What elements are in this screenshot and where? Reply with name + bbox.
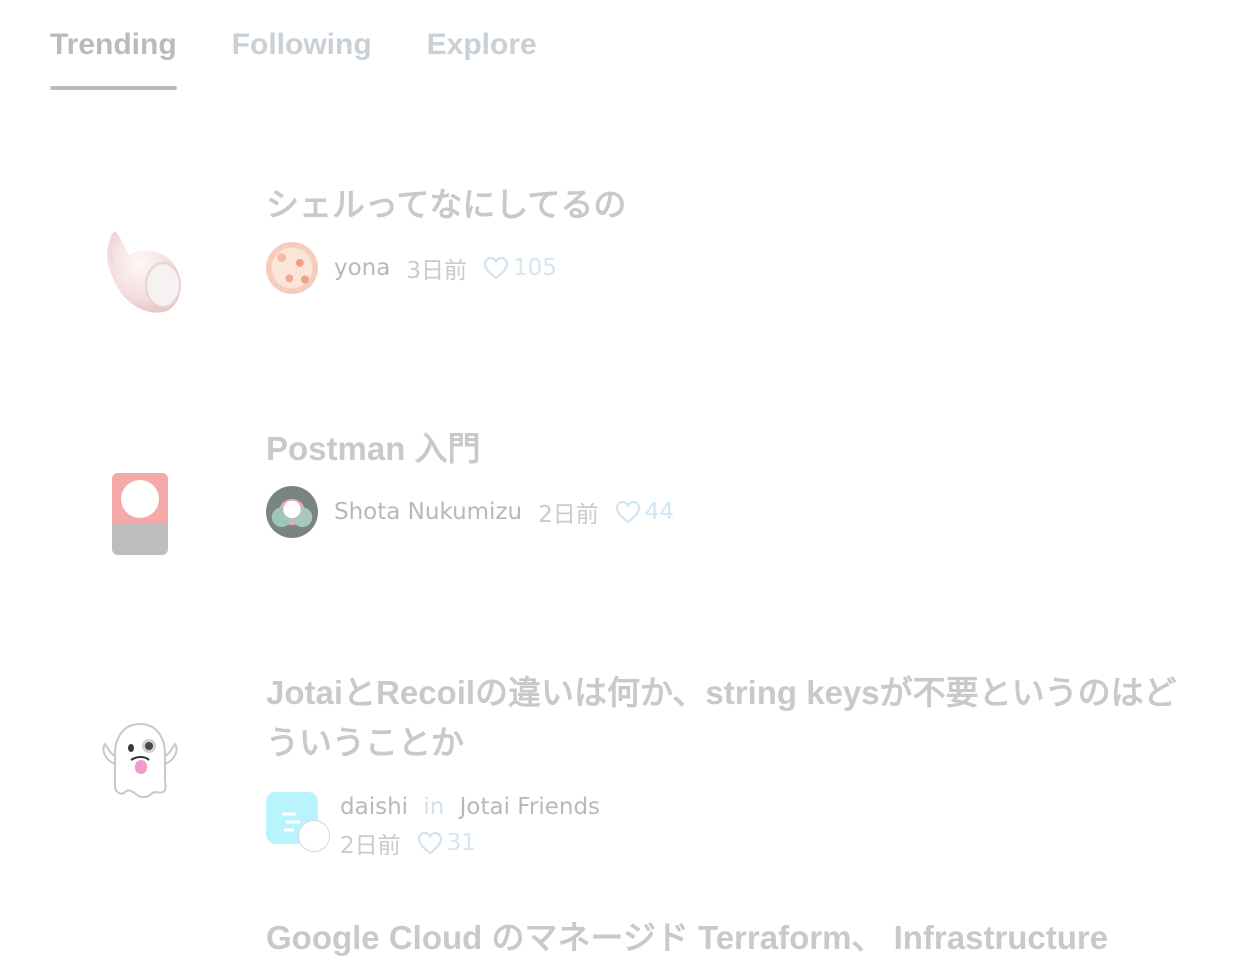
likes-number: 31: [446, 830, 476, 856]
article-title[interactable]: Postman 入門: [266, 424, 1196, 474]
publication-name[interactable]: Jotai Friends: [460, 794, 600, 820]
article-meta: daishi in Jotai Friends 2日前 31: [266, 792, 1196, 860]
article-title[interactable]: Google Cloud のマネージド Terraform、 Infrastru…: [266, 913, 1196, 963]
heart-icon: [615, 500, 640, 524]
feed-tabs: Trending Following Explore: [50, 24, 537, 90]
ghost-emoji-icon: [90, 710, 190, 810]
likes-count: 105: [483, 255, 557, 281]
post-date: 2日前: [538, 502, 599, 528]
author-name[interactable]: daishi: [340, 794, 408, 820]
likes-number: 44: [644, 499, 675, 525]
shell-emoji-icon: [90, 220, 190, 320]
avatar[interactable]: [266, 486, 318, 538]
article-meta: yona 3日前 105: [266, 242, 1196, 294]
post-date: 2日前: [340, 833, 401, 859]
tab-explore[interactable]: Explore: [427, 24, 537, 90]
article-meta: Shota Nukumizu 2日前 44: [266, 486, 1196, 538]
likes-count: 31: [417, 830, 476, 856]
article-title[interactable]: JotaiとRecoilの違いは何か、string keysが不要というのはどう…: [266, 668, 1196, 768]
likes-count: 44: [615, 499, 674, 525]
avatar[interactable]: [298, 820, 330, 852]
author-name[interactable]: Shota Nukumizu: [334, 499, 522, 525]
article-title[interactable]: シェルってなにしてるの: [266, 180, 1196, 230]
in-label: in: [423, 794, 445, 820]
likes-number: 105: [513, 255, 557, 281]
avatar[interactable]: [266, 242, 318, 294]
tab-following[interactable]: Following: [232, 24, 372, 90]
card-emoji-icon: [90, 464, 190, 564]
tab-trending[interactable]: Trending: [50, 24, 177, 90]
post-date: 3日前: [406, 258, 467, 284]
heart-icon: [417, 831, 442, 855]
publication-avatar[interactable]: [266, 792, 330, 852]
author-name[interactable]: yona: [334, 255, 390, 281]
heart-icon: [483, 256, 509, 280]
